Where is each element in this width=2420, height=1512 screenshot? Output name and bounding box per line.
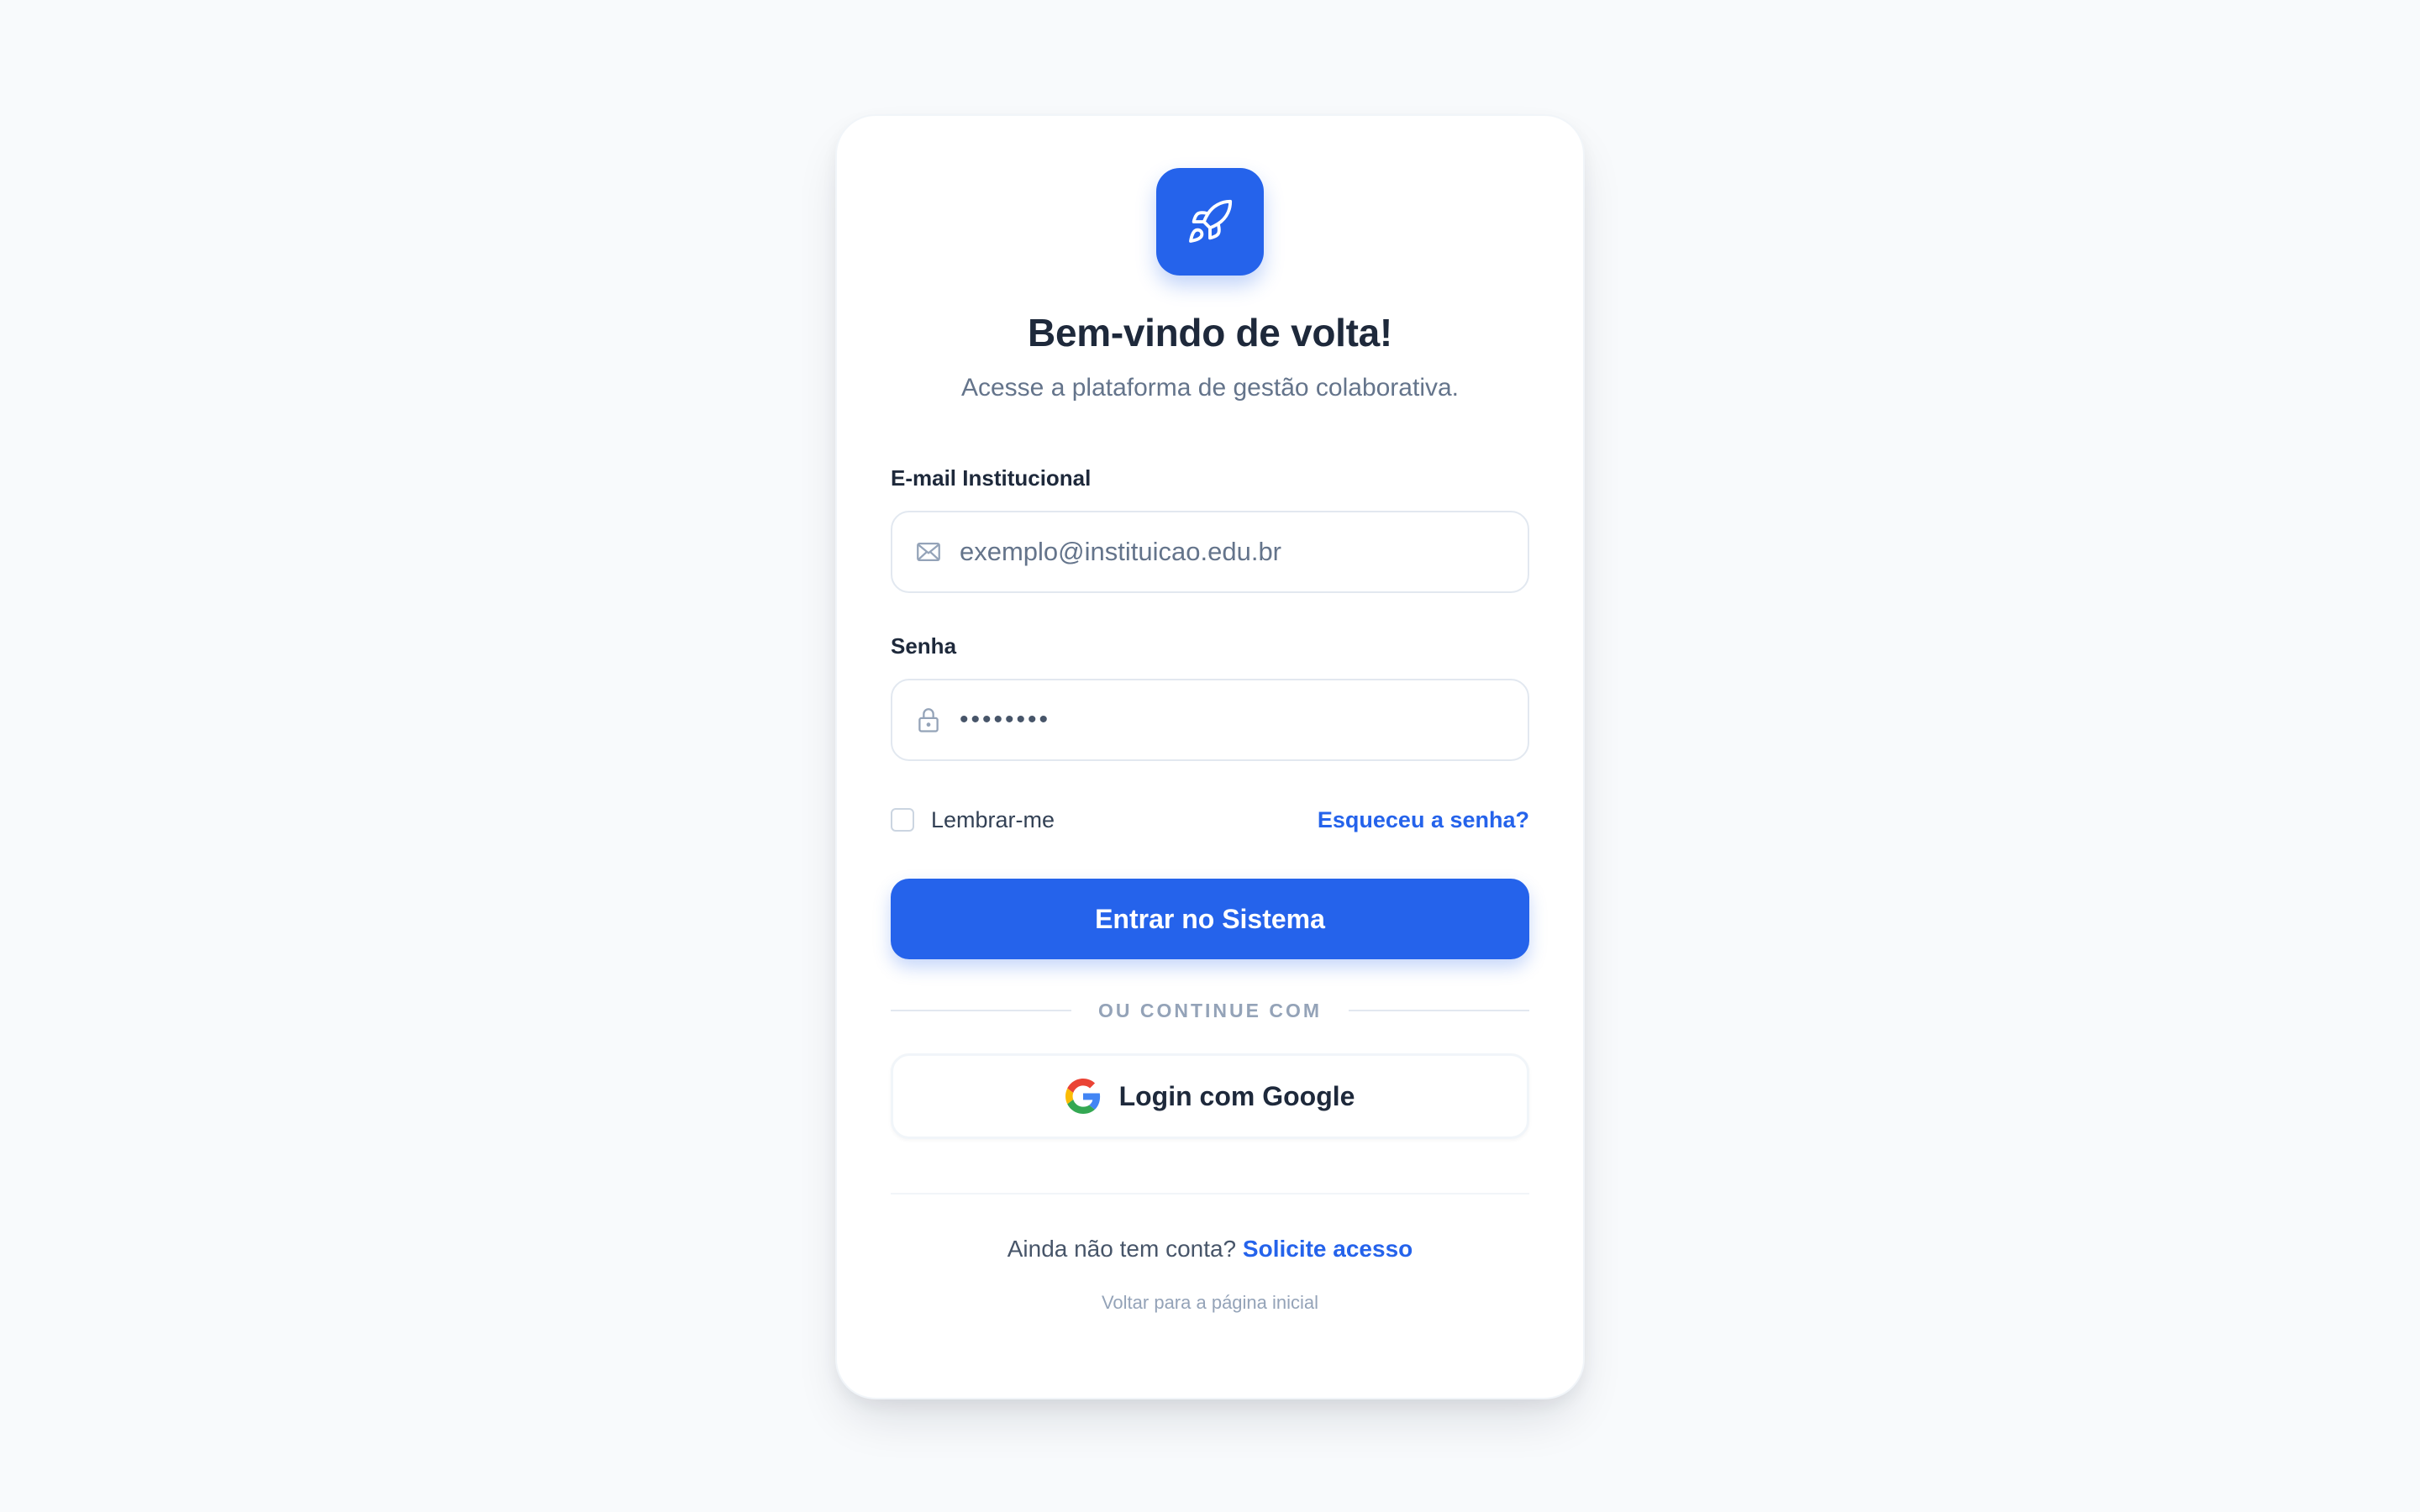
- page-title: Bem-vindo de volta!: [1028, 311, 1392, 354]
- mail-icon: [914, 538, 943, 566]
- rocket-icon: [1189, 199, 1233, 243]
- password-field[interactable]: ••••••••: [891, 679, 1529, 761]
- forgot-password-link[interactable]: Esqueceu a senha?: [1318, 807, 1529, 833]
- signup-prompt: Ainda não tem conta?: [1007, 1236, 1237, 1262]
- remember-checkbox[interactable]: [891, 808, 914, 832]
- email-placeholder: exemplo@instituicao.edu.br: [960, 537, 1282, 566]
- google-login-label: Login com Google: [1118, 1080, 1355, 1111]
- email-label: E-mail Institucional: [891, 465, 1092, 491]
- divider-line-left: [891, 1010, 1071, 1011]
- google-login-button[interactable]: Login com Google: [891, 1053, 1529, 1139]
- request-access-link[interactable]: Solicite acesso: [1243, 1236, 1413, 1262]
- form-options-row: Lembrar-me Esqueceu a senha?: [891, 803, 1529, 837]
- social-divider: OU CONTINUE COM: [891, 996, 1529, 1025]
- remember-me[interactable]: Lembrar-me: [891, 807, 1055, 833]
- divider-line-right: [1349, 1010, 1529, 1011]
- email-field[interactable]: exemplo@instituicao.edu.br: [891, 511, 1529, 593]
- login-card: Bem-vindo de volta! Acesse a plataforma …: [835, 114, 1585, 1399]
- logo-wrapper: [891, 168, 1529, 276]
- back-home-link[interactable]: Voltar para a página inicial: [891, 1290, 1529, 1315]
- remember-label: Lembrar-me: [931, 806, 1055, 832]
- footer-separator: [891, 1193, 1529, 1194]
- password-value: ••••••••: [960, 706, 1051, 733]
- submit-button[interactable]: Entrar no Sistema: [891, 879, 1529, 959]
- signup-row: Ainda não tem conta? Solicite acesso: [891, 1233, 1529, 1265]
- divider-text: OU CONTINUE COM: [1097, 999, 1323, 1021]
- page-subtitle: Acesse a plataforma de gestão colaborati…: [960, 374, 1460, 402]
- password-label: Senha: [891, 633, 957, 659]
- google-logo-icon: [1065, 1079, 1100, 1114]
- app-logo: [1156, 168, 1264, 276]
- lock-icon: [914, 706, 943, 734]
